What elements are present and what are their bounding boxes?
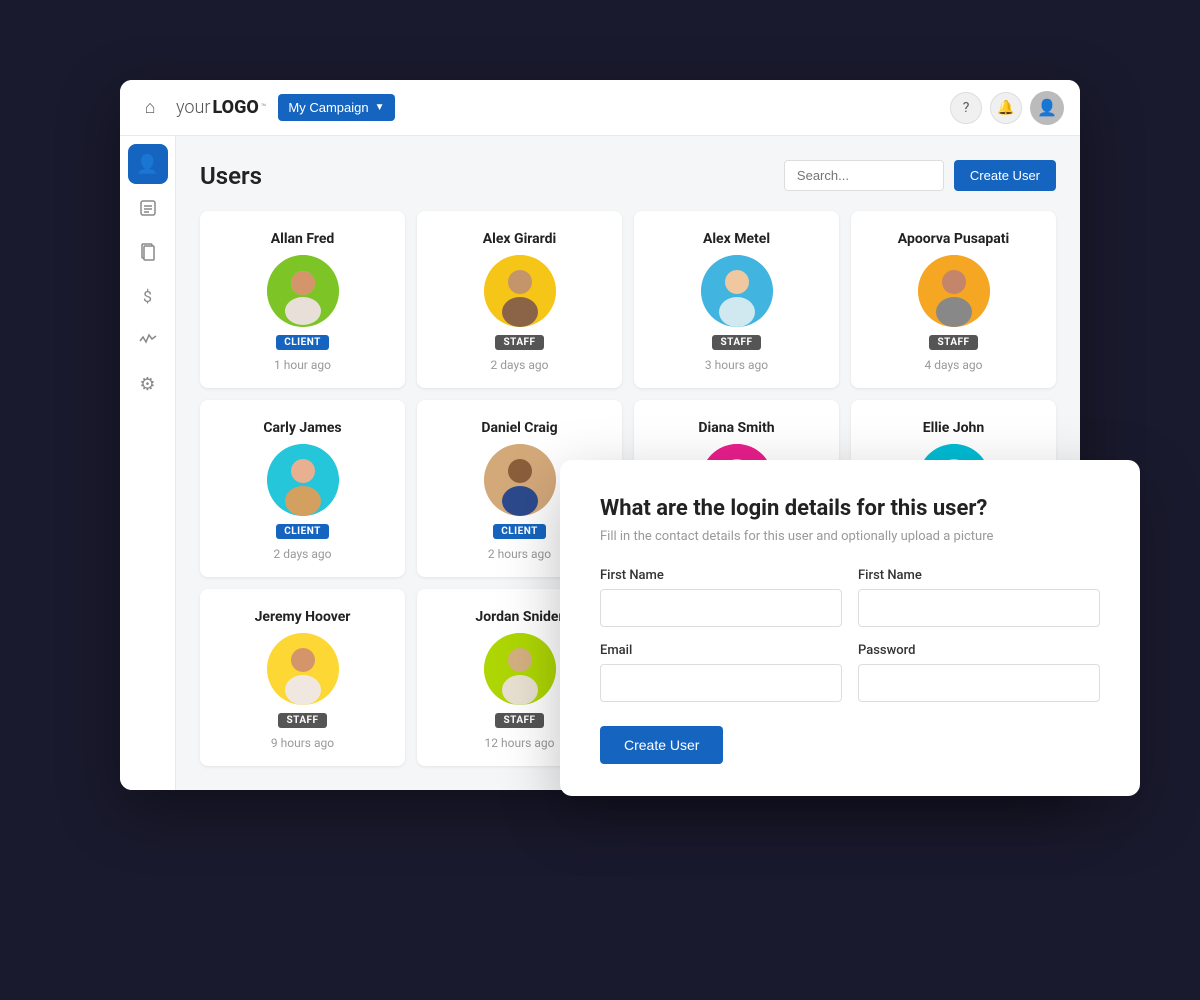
reports-icon: [139, 199, 157, 217]
form-group-password: Password: [858, 643, 1100, 702]
create-user-button[interactable]: Create User: [954, 160, 1056, 191]
avatar-svg: [267, 444, 339, 516]
avatar-svg: [484, 633, 556, 705]
page-title: Users: [200, 162, 262, 190]
documents-icon: [139, 243, 157, 261]
time-ago: 2 days ago: [491, 358, 549, 372]
time-ago: 4 days ago: [925, 358, 983, 372]
time-ago: 2 days ago: [274, 547, 332, 561]
time-ago: 9 hours ago: [271, 736, 334, 750]
email-label: Email: [600, 643, 842, 658]
modal-submit-button[interactable]: Create User: [600, 726, 723, 764]
dollar-icon: $: [143, 287, 152, 306]
logo-your: your: [176, 97, 210, 118]
time-ago: 1 hour ago: [274, 358, 331, 372]
form-row-names: First Name First Name: [600, 568, 1100, 627]
logo-logo: LOGO: [212, 97, 258, 118]
modal-subtitle: Fill in the contact details for this use…: [600, 529, 1100, 544]
search-input[interactable]: [784, 160, 944, 191]
avatar: [267, 633, 339, 705]
avatar-svg: [484, 255, 556, 327]
lastname-input[interactable]: [858, 589, 1100, 627]
home-icon[interactable]: ⌂: [136, 94, 164, 122]
sidebar-item-documents[interactable]: [128, 232, 168, 272]
user-card-carly[interactable]: Carly James CLIENT 2 days ago: [200, 400, 405, 577]
sidebar: 👤 $: [120, 136, 176, 790]
top-nav: ⌂ yourLOGO™ My Campaign ▼ ? 🔔 👤: [120, 80, 1080, 136]
activity-icon: [139, 331, 157, 349]
password-input[interactable]: [858, 664, 1100, 702]
bell-icon: 🔔: [997, 100, 1014, 116]
avatar: [267, 444, 339, 516]
user-avatar[interactable]: 👤: [1030, 91, 1064, 125]
user-card-apoorva[interactable]: Apoorva Pusapati STAFF 4 days ago: [851, 211, 1056, 388]
user-name: Alex Girardi: [483, 231, 557, 247]
modal-title: What are the login details for this user…: [600, 496, 1100, 521]
role-badge: STAFF: [278, 713, 326, 728]
campaign-dropdown[interactable]: My Campaign ▼: [278, 94, 394, 121]
avatar-svg: [701, 255, 773, 327]
role-badge: CLIENT: [276, 335, 329, 350]
firstname-label: First Name: [600, 568, 842, 583]
help-icon: ?: [963, 100, 970, 116]
user-name: Carly James: [263, 420, 341, 436]
role-badge: STAFF: [712, 335, 760, 350]
sidebar-item-users[interactable]: 👤: [128, 144, 168, 184]
firstname-input[interactable]: [600, 589, 842, 627]
avatar: [484, 633, 556, 705]
notifications-button[interactable]: 🔔: [990, 92, 1022, 124]
create-user-modal: What are the login details for this user…: [560, 460, 1140, 796]
avatar-svg: [267, 255, 339, 327]
avatar: [918, 255, 990, 327]
user-name: Jordan Snider: [475, 609, 563, 625]
password-label: Password: [858, 643, 1100, 658]
time-ago: 12 hours ago: [485, 736, 555, 750]
avatar-svg: [484, 444, 556, 516]
header-actions: Create User: [784, 160, 1056, 191]
form-group-firstname: First Name: [600, 568, 842, 627]
form-group-email: Email: [600, 643, 842, 702]
avatar: [484, 444, 556, 516]
time-ago: 2 hours ago: [488, 547, 551, 561]
user-card-alex-g[interactable]: Alex Girardi STAFF 2 days ago: [417, 211, 622, 388]
logo-tm: ™: [261, 103, 267, 113]
role-badge: CLIENT: [493, 524, 546, 539]
avatar-svg: [918, 255, 990, 327]
logo: yourLOGO™: [176, 97, 266, 118]
page-header: Users Create User: [200, 160, 1056, 191]
help-button[interactable]: ?: [950, 92, 982, 124]
time-ago: 3 hours ago: [705, 358, 768, 372]
dropdown-arrow-icon: ▼: [375, 102, 385, 113]
avatar: [267, 255, 339, 327]
email-input[interactable]: [600, 664, 842, 702]
user-name: Ellie John: [923, 420, 984, 436]
lastname-label: First Name: [858, 568, 1100, 583]
role-badge: STAFF: [929, 335, 977, 350]
sidebar-item-settings[interactable]: ⚙: [128, 364, 168, 404]
sidebar-item-finance[interactable]: $: [128, 276, 168, 316]
role-badge: STAFF: [495, 335, 543, 350]
avatar-icon: 👤: [1037, 98, 1057, 117]
sidebar-item-reports[interactable]: [128, 188, 168, 228]
avatar-svg: [267, 633, 339, 705]
role-badge: STAFF: [495, 713, 543, 728]
nav-right: ? 🔔 👤: [950, 91, 1064, 125]
role-badge: CLIENT: [276, 524, 329, 539]
sidebar-item-activity[interactable]: [128, 320, 168, 360]
avatar: [484, 255, 556, 327]
user-name: Alex Metel: [703, 231, 770, 247]
user-name: Diana Smith: [698, 420, 774, 436]
user-name: Jeremy Hoover: [255, 609, 351, 625]
user-card-allan[interactable]: Allan Fred CLIENT 1 hour ago: [200, 211, 405, 388]
user-name: Daniel Craig: [481, 420, 557, 436]
user-name: Allan Fred: [271, 231, 335, 247]
user-card-jeremy[interactable]: Jeremy Hoover STAFF 9 hours ago: [200, 589, 405, 766]
form-group-lastname: First Name: [858, 568, 1100, 627]
avatar: [701, 255, 773, 327]
user-card-alex-m[interactable]: Alex Metel STAFF 3 hours ago: [634, 211, 839, 388]
user-name: Apoorva Pusapati: [898, 231, 1009, 247]
form-row-credentials: Email Password: [600, 643, 1100, 702]
